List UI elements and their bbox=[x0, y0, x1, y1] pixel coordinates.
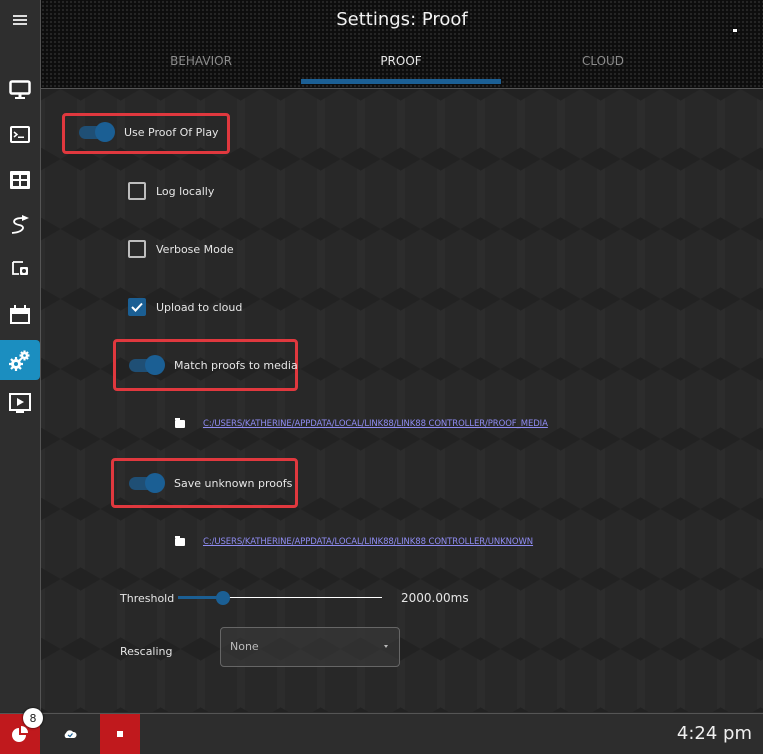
monitor-icon bbox=[9, 80, 31, 99]
use-proof-of-play-toggle[interactable]: Use Proof Of Play bbox=[77, 122, 219, 142]
threshold-value: 2000.00ms bbox=[401, 591, 469, 605]
gears-icon bbox=[9, 350, 30, 371]
upload-to-cloud-checkbox[interactable]: Upload to cloud bbox=[128, 298, 242, 316]
screen-capture-icon bbox=[12, 260, 28, 275]
sidebar bbox=[0, 0, 41, 712]
stop-icon bbox=[117, 731, 123, 737]
play-screen-icon bbox=[9, 393, 31, 413]
threshold-row: Threshold 2000.00ms bbox=[120, 591, 469, 605]
notification-badge: 8 bbox=[23, 708, 43, 728]
folder-icon bbox=[175, 536, 185, 546]
checkbox[interactable] bbox=[128, 298, 146, 316]
footer-bar: 8 4:24 pm bbox=[0, 708, 763, 754]
menu-icon bbox=[13, 15, 27, 25]
match-proofs-toggle[interactable]: Match proofs to media bbox=[127, 355, 298, 375]
sidebar-item-player[interactable] bbox=[0, 384, 40, 424]
terminal-icon bbox=[10, 125, 30, 143]
pie-chart-icon bbox=[12, 726, 28, 742]
sidebar-item-displays[interactable] bbox=[0, 70, 40, 110]
sidebar-item-schedule[interactable] bbox=[0, 295, 40, 335]
use-proof-of-play-label: Use Proof Of Play bbox=[124, 125, 219, 139]
sidebar-item-screenshots[interactable] bbox=[0, 248, 40, 288]
save-unknown-proofs-label: Save unknown proofs bbox=[174, 476, 293, 490]
log-locally-label: Log locally bbox=[156, 184, 215, 198]
threshold-slider[interactable] bbox=[178, 591, 382, 605]
save-unknown-proofs-toggle[interactable]: Save unknown proofs bbox=[127, 473, 293, 493]
toggle-switch[interactable] bbox=[127, 355, 165, 375]
sidebar-item-routes[interactable] bbox=[0, 205, 40, 245]
verbose-mode-checkbox[interactable]: Verbose Mode bbox=[128, 240, 234, 258]
slider-thumb[interactable] bbox=[215, 591, 230, 605]
rescaling-label: Rescaling bbox=[120, 645, 173, 658]
tab-cloud[interactable]: CLOUD bbox=[503, 54, 703, 68]
grid-icon bbox=[10, 171, 30, 189]
verbose-mode-label: Verbose Mode bbox=[156, 242, 234, 256]
cloud-check-icon bbox=[64, 729, 77, 738]
rescaling-selected-value: None bbox=[230, 640, 259, 653]
checkbox[interactable] bbox=[128, 182, 146, 200]
settings-panel: Use Proof Of Play Log locally Verbose Mo… bbox=[41, 89, 763, 712]
rescaling-select[interactable]: None bbox=[220, 627, 400, 667]
header-marker-icon bbox=[733, 29, 737, 32]
calendar-icon bbox=[10, 305, 30, 324]
menu-button[interactable] bbox=[0, 0, 40, 40]
clock: 4:24 pm bbox=[676, 723, 752, 744]
route-icon bbox=[11, 215, 29, 234]
unknown-path-link[interactable]: C:/USERS/KATHERINE/APPDATA/LOCAL/LINK88/… bbox=[203, 537, 533, 547]
proof-media-path-row: C:/USERS/KATHERINE/APPDATA/LOCAL/LINK88/… bbox=[175, 418, 548, 429]
tab-behavior[interactable]: BEHAVIOR bbox=[101, 54, 301, 68]
sidebar-item-settings[interactable] bbox=[0, 340, 40, 380]
unknown-path-row: C:/USERS/KATHERINE/APPDATA/LOCAL/LINK88/… bbox=[175, 536, 533, 547]
folder-icon bbox=[175, 418, 185, 428]
stop-button[interactable] bbox=[100, 714, 140, 754]
header: Settings: Proof BEHAVIOR PROOF CLOUD bbox=[41, 0, 763, 89]
checkbox[interactable] bbox=[128, 240, 146, 258]
proof-media-path-link[interactable]: C:/USERS/KATHERINE/APPDATA/LOCAL/LINK88/… bbox=[203, 419, 548, 429]
active-tab-indicator bbox=[301, 79, 501, 84]
sidebar-item-layouts[interactable] bbox=[0, 160, 40, 200]
check-icon bbox=[131, 302, 143, 312]
toggle-switch[interactable] bbox=[77, 122, 115, 142]
chevron-down-icon bbox=[384, 645, 388, 648]
sidebar-item-console[interactable] bbox=[0, 114, 40, 154]
toggle-switch[interactable] bbox=[127, 473, 165, 493]
alerts-button[interactable]: 8 bbox=[0, 708, 43, 754]
page-title: Settings: Proof bbox=[336, 9, 468, 30]
threshold-label: Threshold bbox=[120, 591, 175, 605]
upload-to-cloud-label: Upload to cloud bbox=[156, 300, 243, 314]
match-proofs-label: Match proofs to media bbox=[174, 358, 298, 372]
cloud-status-button[interactable] bbox=[50, 714, 90, 754]
log-locally-checkbox[interactable]: Log locally bbox=[128, 182, 214, 200]
tab-proof[interactable]: PROOF bbox=[301, 54, 501, 68]
